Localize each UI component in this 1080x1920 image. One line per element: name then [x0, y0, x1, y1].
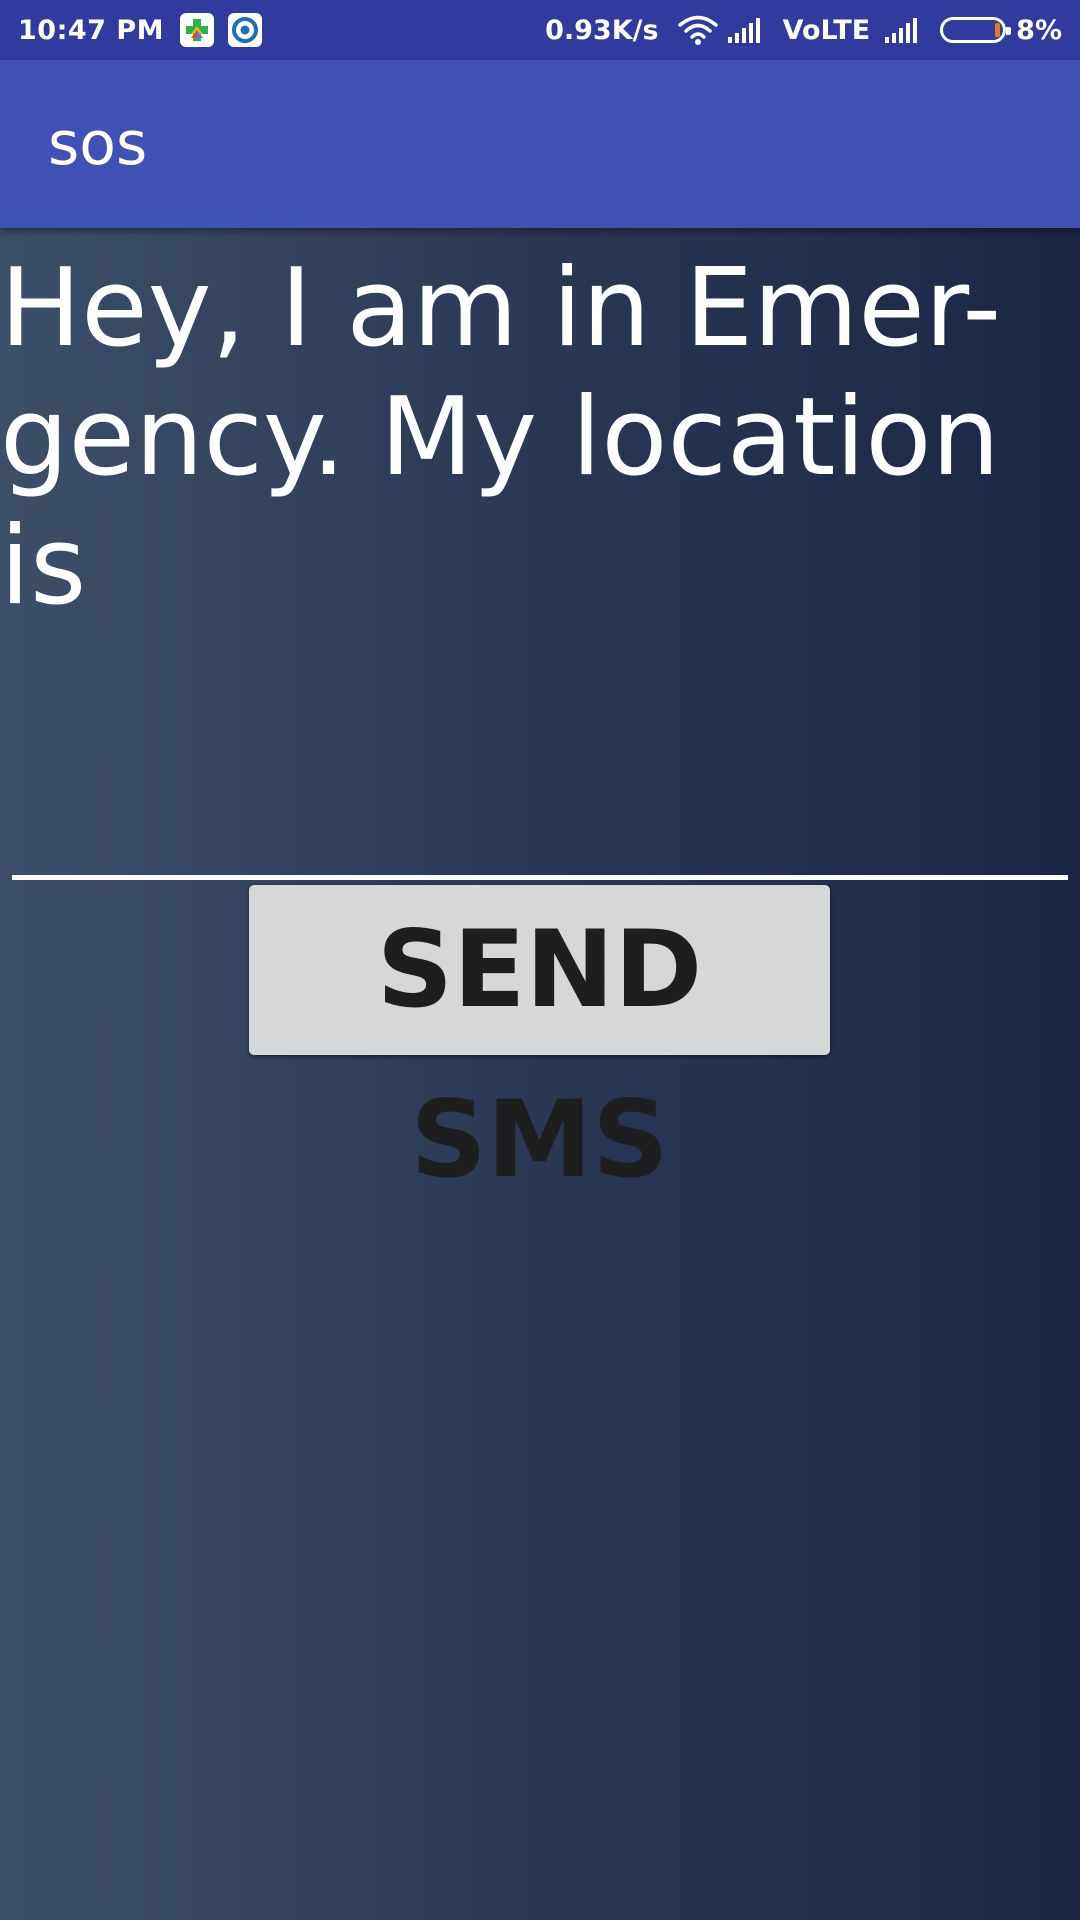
status-bar-left: 10:47 PM [18, 0, 276, 60]
play-games-icon [180, 13, 215, 47]
app-bar: sos [0, 60, 1080, 228]
status-bar-right: 0.93K/s VoLTE 8% [545, 0, 1062, 60]
signal-icon [884, 16, 922, 44]
send-sms-button[interactable]: SEND SMS [249, 885, 830, 1201]
wifi-icon [677, 14, 719, 46]
volte-label: VoLTE [782, 14, 871, 46]
message-line: gency. My location [0, 375, 1000, 500]
status-time: 10:47 PM [18, 14, 165, 46]
app-title: sos [48, 109, 148, 179]
battery-icon [940, 17, 1012, 43]
emergency-message: Hey, I am in Emer- gency. My location is [0, 244, 1060, 631]
app-circle-icon [228, 13, 263, 47]
message-line: Hey, I am in Emer- [0, 246, 1002, 371]
battery-cap [1006, 27, 1012, 35]
network-speed: 0.93K/s [545, 14, 659, 46]
signal-icon [727, 16, 765, 44]
phone-number-input[interactable] [12, 780, 1068, 880]
battery-percent: 8% [1016, 14, 1062, 46]
status-bar: 10:47 PM 0.93K/s VoLTE 8% [0, 0, 1080, 60]
message-line: is [0, 504, 87, 629]
battery-level [995, 23, 1001, 37]
